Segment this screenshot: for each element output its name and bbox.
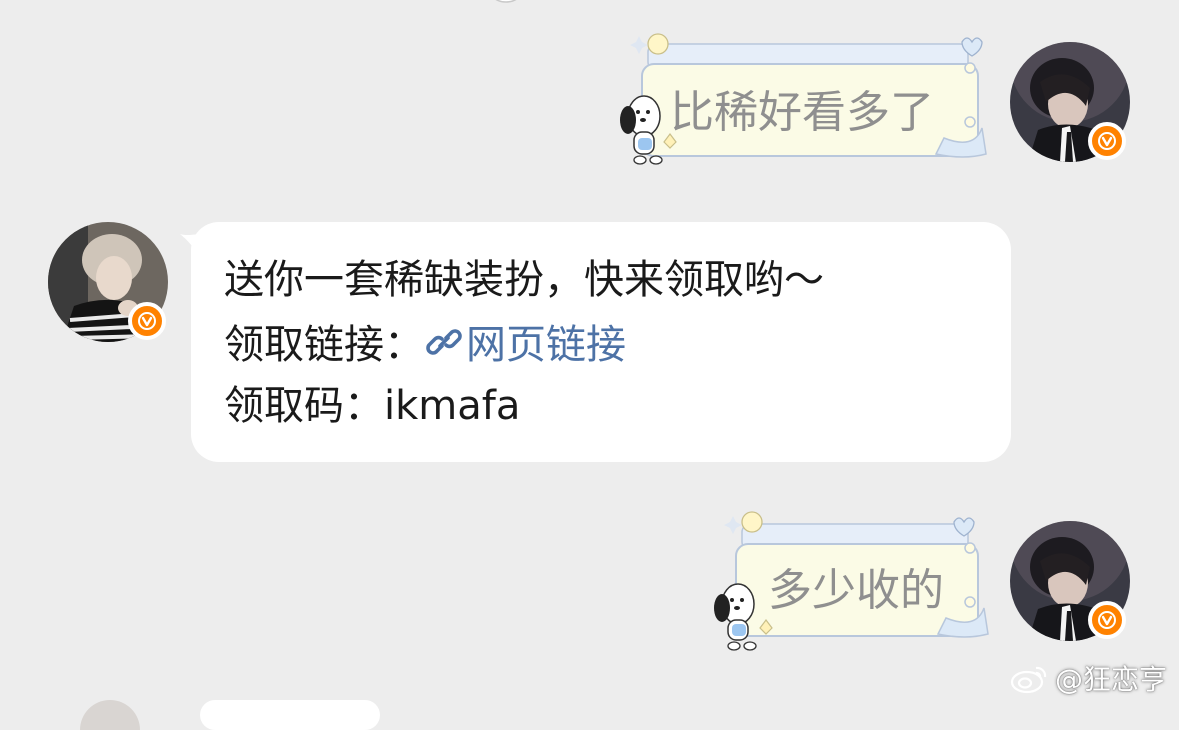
watermark-text: @狂恋亨 — [1054, 663, 1167, 696]
message-line-1: 送你一套稀缺装扮，快来领取哟～ — [224, 257, 824, 303]
my-avatar[interactable] — [1010, 521, 1130, 641]
top-partial-sticker — [488, 0, 524, 14]
web-link[interactable]: 网页链接 — [424, 322, 626, 368]
sender-avatar[interactable] — [48, 222, 168, 342]
partial-message-bubble — [200, 700, 380, 730]
partial-avatar — [80, 700, 140, 730]
sent-message-2[interactable]: 多少收的 — [708, 508, 994, 658]
link-text: 网页链接 — [466, 322, 626, 368]
message-text: 多少收的 — [768, 565, 944, 616]
verified-v-icon — [128, 302, 166, 340]
sent-message-1[interactable]: 比稀好看多了 — [614, 28, 994, 178]
watermark: @狂恋亨 — [1009, 658, 1167, 698]
message-line-2: 领取链接： 网页链接 — [224, 321, 626, 369]
my-avatar[interactable] — [1010, 42, 1130, 162]
message-text: 比稀好看多了 — [670, 87, 934, 138]
message-line-3: 领取码：ikmafa — [224, 383, 521, 429]
weibo-logo-icon — [1010, 666, 1047, 694]
link-label: 领取链接： — [224, 322, 424, 368]
link-chain-icon — [426, 329, 462, 355]
verified-v-icon — [1088, 601, 1126, 639]
verified-v-icon — [1088, 122, 1126, 160]
